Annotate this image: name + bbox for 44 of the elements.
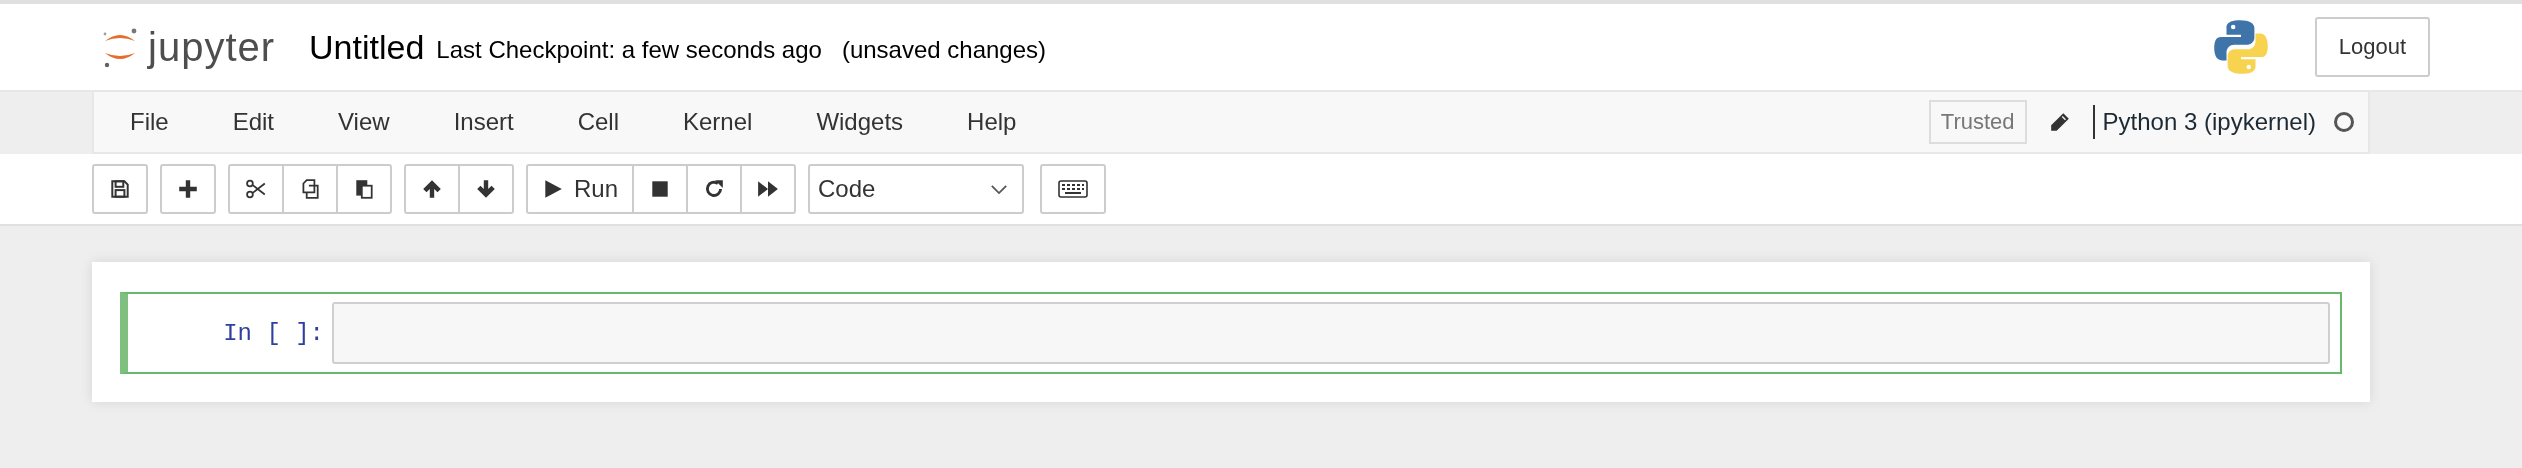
copy-button[interactable] <box>282 164 338 214</box>
save-icon <box>109 178 131 200</box>
chevron-down-icon <box>990 183 1009 195</box>
checkpoint-status: Last Checkpoint: a few seconds ago <box>436 35 822 64</box>
down-button[interactable] <box>458 164 514 214</box>
logout-button[interactable]: Logout <box>2314 17 2430 77</box>
menu-item[interactable]: Cell <box>553 108 643 136</box>
save-button[interactable] <box>92 164 148 214</box>
kernel-name[interactable]: Python 3 (ipykernel) <box>2102 108 2316 136</box>
cut-icon <box>245 178 267 200</box>
paste-icon <box>353 178 375 200</box>
restart-button[interactable] <box>686 164 743 214</box>
plus-icon <box>177 178 199 200</box>
keyboard-shortcuts-button[interactable] <box>1040 164 1107 214</box>
paste-button[interactable] <box>336 164 392 214</box>
menu-item[interactable]: Insert <box>429 108 538 136</box>
menu-item[interactable]: Kernel <box>659 108 777 136</box>
restart-icon <box>703 178 726 200</box>
code-input-field[interactable] <box>332 302 2330 364</box>
menu-item[interactable]: Help <box>943 108 1041 136</box>
keyboard-icon <box>1058 180 1089 198</box>
notebook-name[interactable]: Untitled <box>309 27 425 67</box>
menu-item[interactable]: File <box>106 108 193 136</box>
cell-type-value: Code <box>818 175 876 203</box>
logo-text[interactable]: jupyter <box>148 24 276 70</box>
input-prompt: In [ ]: <box>222 319 325 347</box>
trusted-indicator[interactable]: Trusted <box>1928 100 2027 144</box>
menu-item[interactable]: Edit <box>208 108 299 136</box>
stop-button[interactable] <box>632 164 689 214</box>
run-button[interactable]: Run <box>526 164 635 214</box>
plus-button[interactable] <box>160 164 216 214</box>
pencil-icon[interactable] <box>2048 111 2071 133</box>
cell-type-select[interactable]: Code <box>808 164 1025 214</box>
down-icon <box>475 178 497 200</box>
menu-item[interactable]: Widgets <box>792 108 928 136</box>
menu-item[interactable]: View <box>314 108 414 136</box>
up-icon <box>421 178 443 200</box>
fastforward-button[interactable] <box>740 164 797 214</box>
code-cell[interactable]: In [ ]: <box>120 292 2342 374</box>
run-icon <box>542 178 564 200</box>
save-status: (unsaved changes) <box>841 35 1047 64</box>
up-button[interactable] <box>404 164 460 214</box>
python-logo-icon <box>2212 18 2269 76</box>
cut-button[interactable] <box>228 164 284 214</box>
